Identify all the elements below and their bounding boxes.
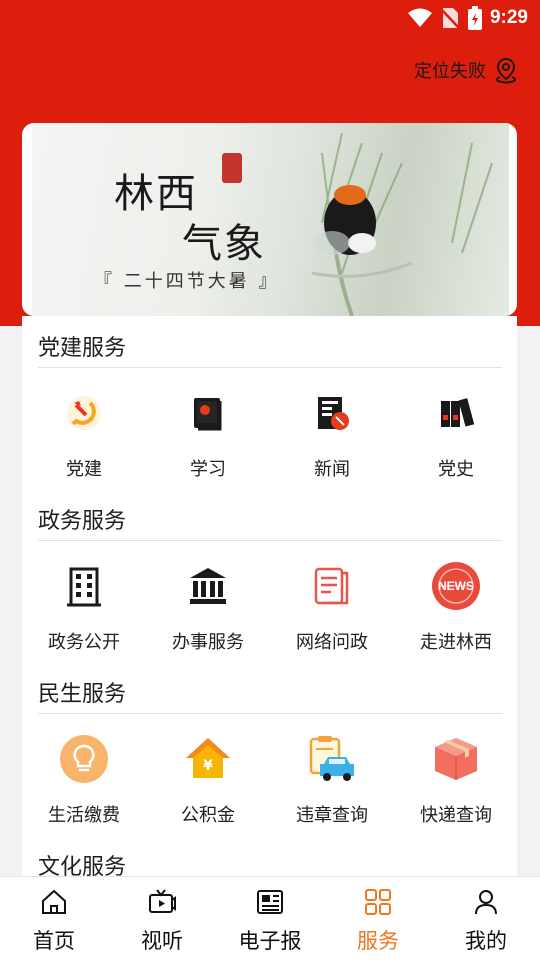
service-label: 政务公开 — [48, 632, 120, 653]
tab-services[interactable]: 服务 — [324, 877, 432, 960]
service-label: 学习 — [190, 459, 226, 480]
tab-label: 首页 — [33, 929, 75, 953]
news-badge-text: NEWS — [438, 579, 474, 593]
service-item-study[interactable]: 学习 — [146, 377, 270, 487]
location-pin-icon — [495, 57, 517, 84]
grid-icon — [365, 889, 391, 915]
bottom-tab-bar: 首页 视听 电子报 服务 我的 — [0, 876, 540, 960]
document-icon — [314, 567, 349, 605]
service-item-violation-query[interactable]: 违章查询 — [270, 723, 394, 833]
tab-e-newspaper[interactable]: 电子报 — [216, 877, 324, 960]
house-yen-icon: ¥ — [186, 738, 230, 778]
section-title: 政务服务 — [38, 509, 127, 534]
tab-label: 服务 — [357, 929, 399, 953]
package-icon — [435, 738, 477, 780]
seal-stamp — [222, 153, 242, 183]
location-text: 定位失败 — [414, 61, 486, 82]
car-clipboard-icon — [309, 736, 354, 781]
services-panel: 党建服务 党建 学习 新闻 党史 政务服务 政务公开 办事服务 网络问政 NEW… — [22, 316, 517, 876]
hammer-sickle-icon — [67, 396, 101, 430]
yen-badge-text: ¥ — [203, 758, 213, 774]
tab-media[interactable]: 视听 — [108, 877, 216, 960]
tab-mine[interactable]: 我的 — [432, 877, 540, 960]
news-globe-icon: NEWS — [432, 562, 480, 610]
service-item-about-linxi[interactable]: NEWS 走进林西 — [394, 550, 517, 660]
service-item-housing-fund[interactable]: ¥ 公积金 — [146, 723, 270, 833]
service-item-bill-payment[interactable]: 生活缴费 — [22, 723, 146, 833]
service-label: 生活缴费 — [48, 805, 120, 826]
book-icon — [194, 398, 222, 431]
tab-label: 我的 — [465, 929, 507, 953]
service-label: 公积金 — [181, 805, 235, 826]
battery-icon — [467, 6, 482, 30]
service-label: 党建 — [66, 459, 102, 480]
binders-icon — [441, 398, 475, 427]
building-icon — [67, 567, 101, 607]
tab-home[interactable]: 首页 — [0, 877, 108, 960]
tv-icon — [149, 889, 176, 913]
banner-image: 林西 气象 『 二十四节大暑 』 — [32, 123, 509, 316]
banner-title-line2: 气象 — [182, 221, 266, 267]
divider — [38, 540, 502, 541]
home-icon — [42, 889, 66, 914]
no-sim-icon — [440, 8, 460, 29]
service-label: 走进林西 — [420, 632, 492, 653]
service-label: 新闻 — [314, 459, 350, 480]
service-label: 网络问政 — [296, 632, 368, 653]
person-icon — [475, 890, 497, 915]
banner-carousel[interactable]: 林西 气象 『 二十四节大暑 』 — [22, 123, 517, 316]
tab-label: 电子报 — [238, 929, 302, 953]
service-item-news[interactable]: 新闻 — [270, 377, 394, 487]
divider — [38, 367, 502, 368]
service-label: 党史 — [438, 459, 474, 480]
tab-label: 视听 — [141, 929, 183, 953]
location-button[interactable]: 定位失败 — [414, 56, 520, 84]
service-label: 快递查询 — [420, 805, 492, 826]
wifi-icon — [407, 8, 432, 27]
service-item-party[interactable]: 党建 — [22, 377, 146, 487]
bank-icon — [190, 568, 226, 604]
news-doc-icon — [318, 397, 349, 430]
newspaper-icon — [257, 890, 283, 914]
service-item-affairs[interactable]: 办事服务 — [146, 550, 270, 660]
service-label: 违章查询 — [296, 805, 368, 826]
status-bar: 9:29 — [0, 0, 540, 36]
service-item-gov-open[interactable]: 政务公开 — [22, 550, 146, 660]
lightbulb-icon — [60, 735, 108, 783]
section-title: 党建服务 — [38, 336, 127, 361]
section-title: 民生服务 — [38, 682, 127, 707]
divider — [38, 713, 502, 714]
service-label: 办事服务 — [172, 632, 244, 653]
banner-subtitle: 『 二十四节大暑 』 — [94, 271, 280, 292]
service-item-online-petition[interactable]: 网络问政 — [270, 550, 394, 660]
section-title: 文化服务 — [38, 855, 127, 876]
service-item-express-query[interactable]: 快递查询 — [394, 723, 517, 833]
status-time: 9:29 — [489, 7, 528, 28]
service-item-party-history[interactable]: 党史 — [394, 377, 517, 487]
